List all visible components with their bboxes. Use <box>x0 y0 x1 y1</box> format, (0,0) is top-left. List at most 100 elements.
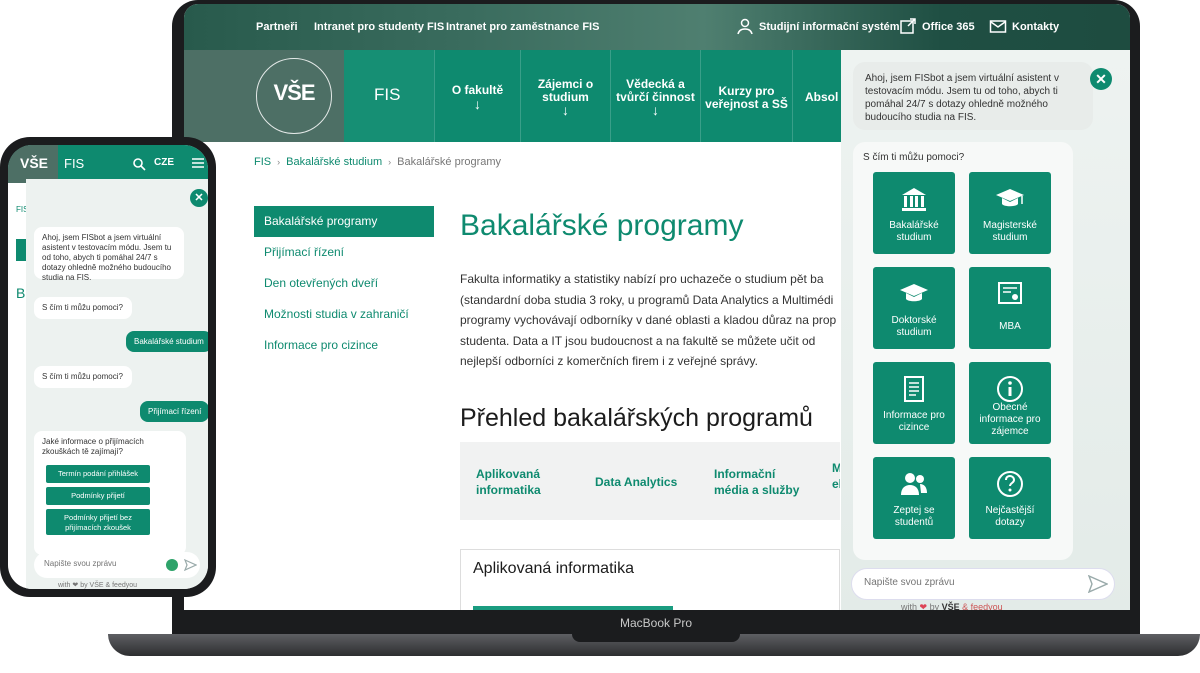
tile-magisterske-studium[interactable]: Magisterské studium <box>969 172 1051 254</box>
question-icon <box>997 471 1023 497</box>
close-icon[interactable]: ✕ <box>1090 68 1112 90</box>
phone-body: VŠE FIS CZE FIS B ✕ Ahoj, jsem FISbot a … <box>0 137 216 597</box>
tab-multimedia[interactable]: M el <box>832 460 840 492</box>
credit-by: by <box>929 602 940 610</box>
arrow-down-icon: ↓ <box>652 102 659 118</box>
hamburger-menu-icon[interactable] <box>192 158 204 168</box>
laptop-chin: MacBook Pro <box>172 610 1140 636</box>
program-card: Aplikovaná informatika <box>460 549 840 610</box>
tab-data-analytics[interactable]: Data Analytics <box>595 474 695 490</box>
nav-item-zajemci[interactable]: Zájemci o studium ↓ <box>520 50 610 142</box>
breadcrumb-current: Bakalářské programy <box>397 156 502 168</box>
tab-informacni-media[interactable]: Informační média a služby <box>714 466 804 498</box>
language-selector[interactable]: CZE <box>154 157 174 168</box>
breadcrumb-separator: › <box>277 157 281 167</box>
program-tabs: Aplikovaná informatika Data Analytics In… <box>460 442 840 520</box>
tile-label: Informace pro cizince <box>883 410 945 433</box>
phone-vse-logo[interactable]: VŠE <box>8 145 58 183</box>
nav-item-kurzy[interactable]: Kurzy pro veřejnost a SŠ <box>700 50 792 142</box>
tile-obecne-informace[interactable]: Obecné informace pro zájemce <box>969 362 1051 444</box>
program-card-title: Aplikovaná informatika <box>473 560 634 577</box>
sidebar-item-bakalarske-programy[interactable]: Bakalářské programy <box>254 206 434 237</box>
tile-zeptej-se-studentu[interactable]: Zeptej se studentů <box>873 457 955 539</box>
overview-title: Přehled bakalářských programů <box>460 404 813 432</box>
nav-item-o-fakulte[interactable]: O fakultě ↓ <box>434 50 520 142</box>
breadcrumb-separator: › <box>388 157 392 167</box>
sidebar-item-den-otevrenych-dveri[interactable]: Den otevřených dveří <box>254 268 434 299</box>
search-icon[interactable] <box>132 157 146 171</box>
main-navigation: VŠE FIS O fakultě ↓ Zájemci o studium ↓ … <box>184 50 844 142</box>
bot-question: S čím ti můžu pomoci? <box>34 297 132 319</box>
send-icon[interactable] <box>184 559 197 571</box>
chatbot-panel: Ahoj, jsem FISbot a jsem virtuální asist… <box>841 50 1130 610</box>
intro-paragraph: Fakulta informatiky a statistiky nabízí … <box>460 272 837 368</box>
link-contacts[interactable]: Kontakty <box>1012 21 1059 33</box>
phone-header: VŠE FIS CZE <box>8 145 208 183</box>
fis-home-link[interactable]: FIS <box>344 50 434 142</box>
link-office[interactable]: Office 365 <box>922 21 975 33</box>
phone-screen: VŠE FIS CZE FIS B ✕ Ahoj, jsem FISbot a … <box>8 145 208 589</box>
graduation-cap-icon <box>900 284 928 302</box>
tile-informace-cizinci[interactable]: Informace pro cizince <box>873 362 955 444</box>
phone-logo-text: VŠE <box>20 155 49 171</box>
users-icon <box>901 473 927 495</box>
breadcrumb-item[interactable]: FIS <box>254 156 271 168</box>
tile-bakalarske-studium[interactable]: Bakalářské studium <box>873 172 955 254</box>
bot-greeting-bubble: Ahoj, jsem FISbot a jsem virtuální asist… <box>853 62 1093 130</box>
phone-message-input[interactable] <box>44 559 154 568</box>
arrow-down-icon: ↓ <box>474 96 481 112</box>
graduation-cap-icon <box>996 189 1024 207</box>
phone-bg-heading: B <box>16 285 26 301</box>
device-mockup-stage: MacBook Pro Partneři Intranet pro studen… <box>0 0 1200 673</box>
nav-item-label: Absol <box>805 90 839 104</box>
external-link-icon <box>900 18 916 34</box>
send-icon[interactable] <box>1088 575 1108 593</box>
link-partners[interactable]: Partneři <box>256 21 298 33</box>
certificate-icon <box>998 282 1022 304</box>
document-icon <box>904 376 924 402</box>
option-termin-prihlasek[interactable]: Termín podání přihlášek <box>46 465 150 483</box>
user-icon <box>737 18 753 35</box>
nav-item-vedecka[interactable]: Vědecká a tvůrčí činnost ↓ <box>610 50 700 142</box>
logo-text: VŠE <box>273 80 315 105</box>
phone-credit: with ❤ by VŠE & feedyou <box>58 582 138 589</box>
tile-label: Doktorské studium <box>891 315 937 338</box>
fis-label: FIS <box>374 85 401 104</box>
bot-question: Jaké informace o přijímacích zkouškách t… <box>42 437 144 456</box>
credit-prefix: with <box>901 602 918 610</box>
link-study-system[interactable]: Studijní informační systém <box>759 21 900 33</box>
vse-logo[interactable]: VŠE <box>184 50 344 142</box>
sidebar-item-prijimaci-rizeni[interactable]: Přijímací řízení <box>254 237 434 268</box>
sidebar-item-zahranici[interactable]: Možnosti studia v zahraničí <box>254 299 434 330</box>
laptop-model-label: MacBook Pro <box>619 616 693 630</box>
breadcrumb-item[interactable]: Bakalářské studium <box>286 156 382 168</box>
breadcrumb: FIS › Bakalářské studium › Bakalářské progra… <box>254 156 501 168</box>
tab-aplikovana-informatika[interactable]: Aplikovaná informatika <box>476 466 566 498</box>
tile-nejcastejsi-dotazy[interactable]: Nejčastější dotazy <box>969 457 1051 539</box>
credit-vse-logo: VŠE <box>941 602 960 610</box>
tile-label: Obecné informace pro zájemce <box>979 402 1041 437</box>
heart-icon: ❤ <box>919 602 928 610</box>
close-icon[interactable]: ✕ <box>190 189 208 207</box>
phone-message-field <box>34 552 200 578</box>
mail-icon <box>989 20 1007 33</box>
option-podminky-prijeti[interactable]: Podmínky přijetí <box>46 487 150 505</box>
arrow-down-icon: ↓ <box>562 102 569 118</box>
nav-item-label: Zájemci o studium <box>537 77 594 104</box>
user-message: Bakalářské studium <box>126 331 208 352</box>
nav-item-absolventi[interactable]: Absol <box>792 50 844 142</box>
page-title: Bakalářské programy <box>460 209 744 242</box>
laptop-notch <box>572 634 740 642</box>
tile-label: Nejčastější dotazy <box>985 505 1035 528</box>
bank-icon <box>902 188 926 211</box>
tile-label: MBA <box>999 321 1021 332</box>
tile-doktorske-studium[interactable]: Doktorské studium <box>873 267 955 349</box>
link-intranet-students[interactable]: Intranet pro studenty FIS <box>314 21 444 33</box>
link-intranet-staff[interactable]: Intranet pro zaměstnance FIS <box>446 21 599 33</box>
phone-fis-label[interactable]: FIS <box>64 156 84 171</box>
option-bez-zkousek[interactable]: Podmínky přijetí bez přijímacích zkoušek <box>46 509 150 535</box>
message-input[interactable] <box>864 577 1064 588</box>
sidebar-item-cizinci[interactable]: Informace pro cizince <box>254 330 434 361</box>
info-icon <box>997 376 1023 402</box>
tile-mba[interactable]: MBA <box>969 267 1051 349</box>
